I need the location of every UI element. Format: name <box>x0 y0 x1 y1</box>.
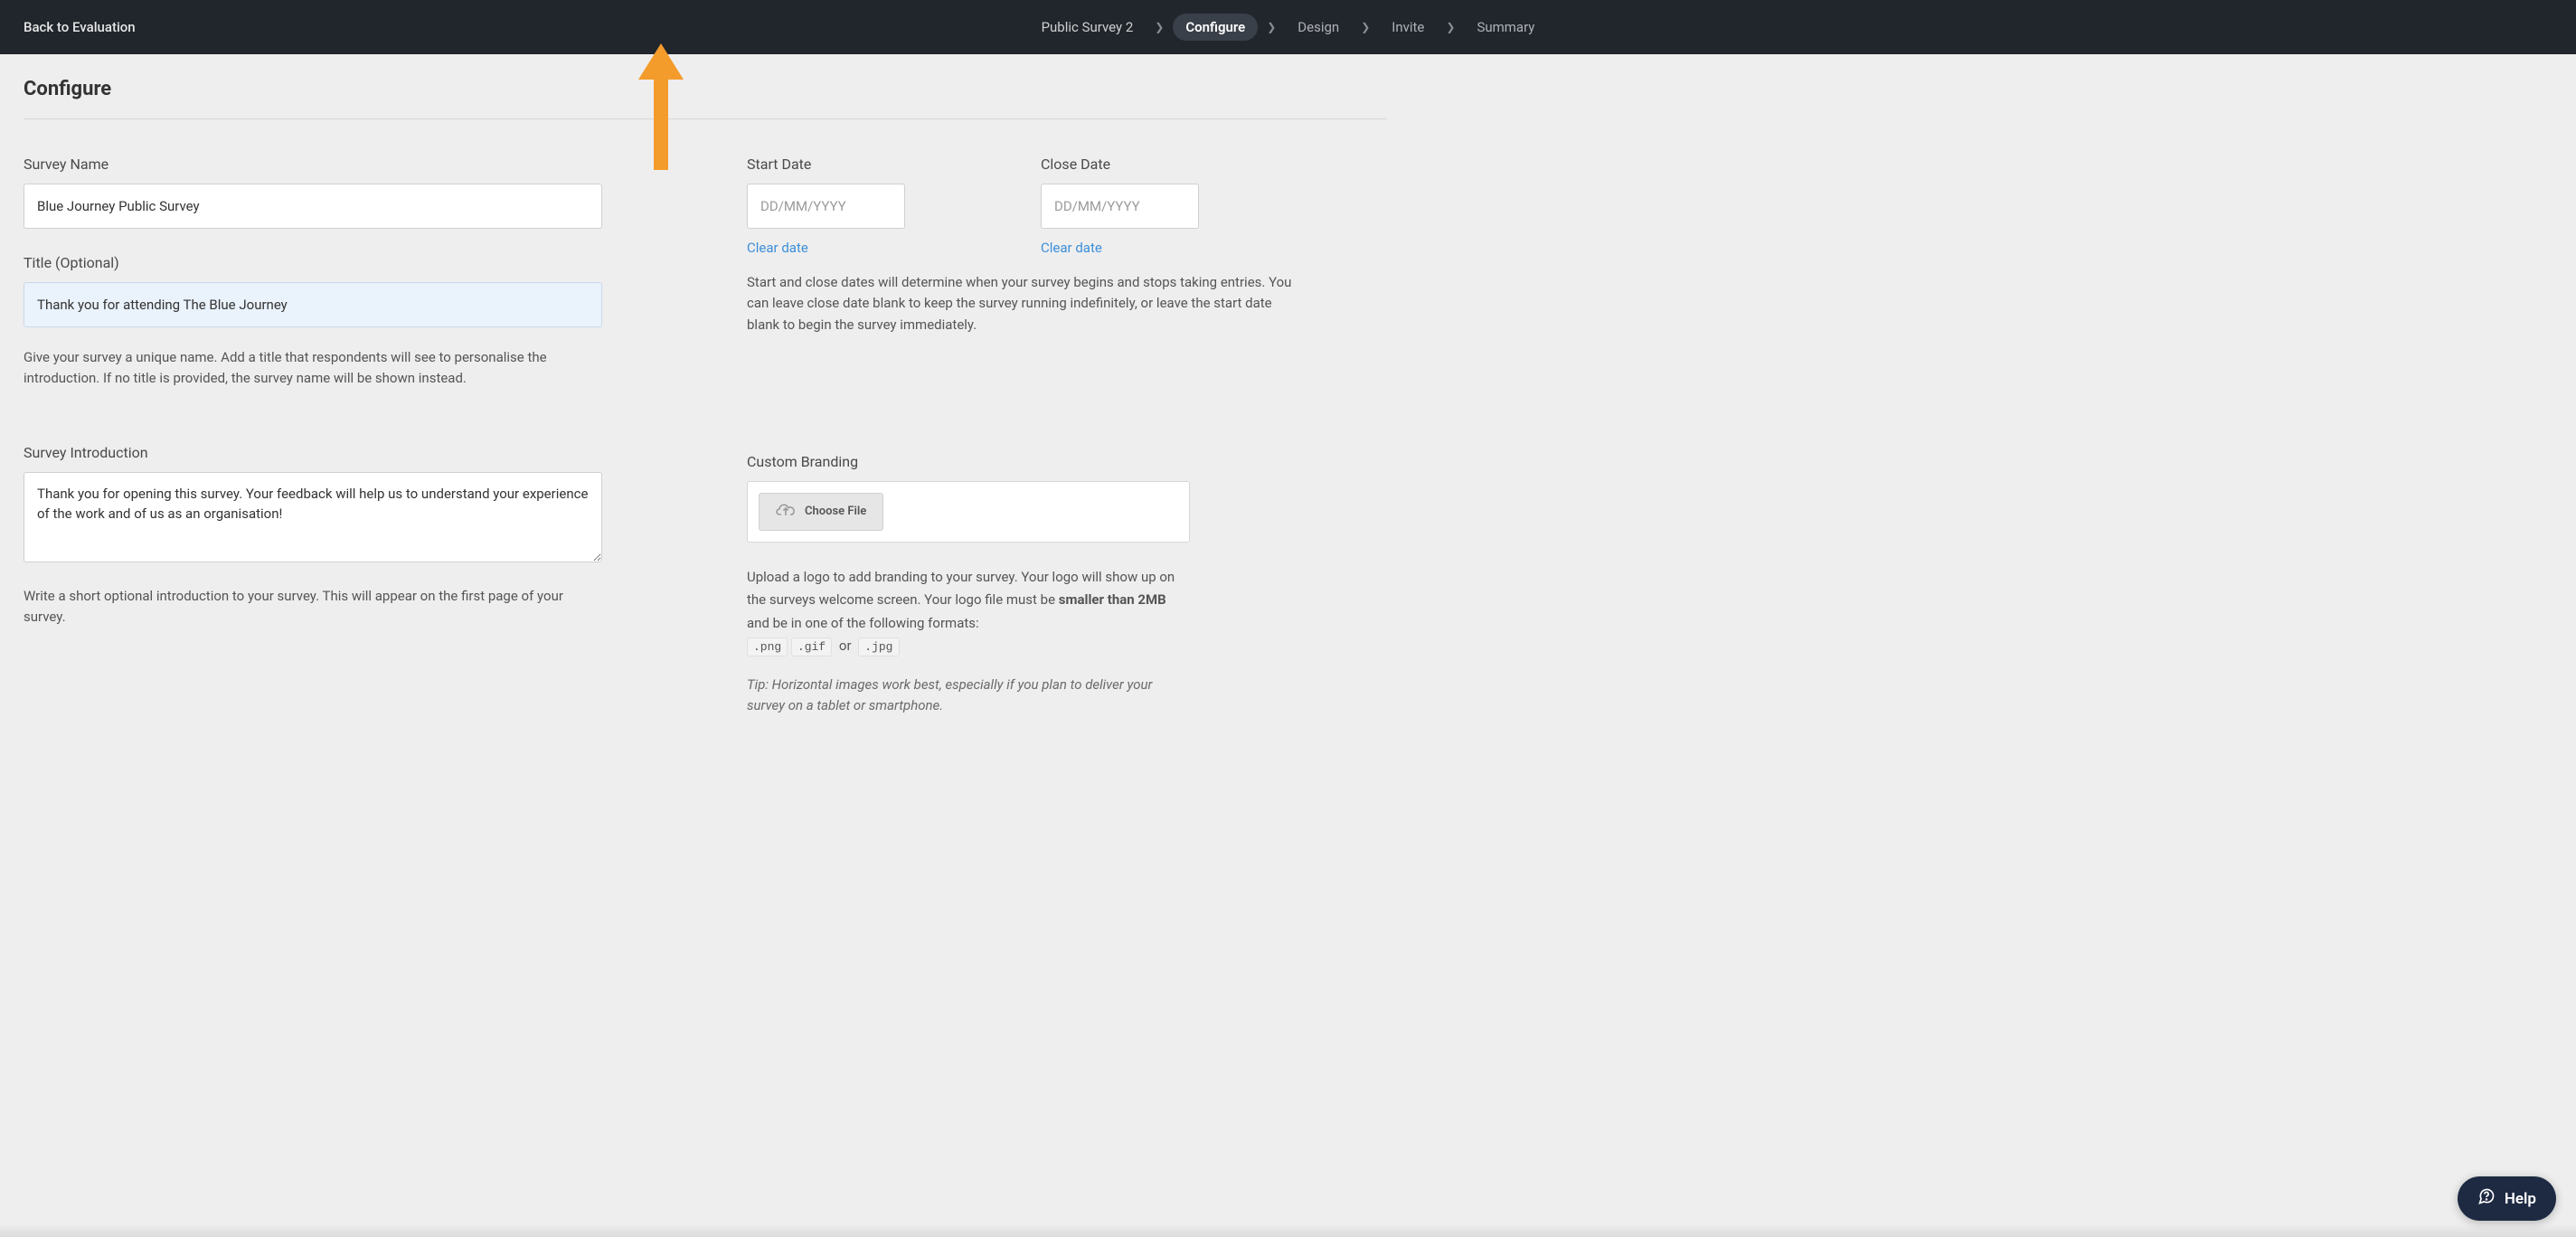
page-title: Configure <box>24 78 1387 100</box>
branding-tip: Tip: Horizontal images work best, especi… <box>747 675 1190 717</box>
introduction-textarea[interactable] <box>24 472 602 562</box>
name-help-text: Give your survey a unique name. Add a ti… <box>24 347 602 390</box>
back-to-evaluation-link[interactable]: Back to Evaluation <box>24 19 136 35</box>
cloud-upload-icon <box>776 503 796 521</box>
title-input[interactable] <box>24 282 602 327</box>
choose-file-button[interactable]: Choose File <box>759 493 883 531</box>
introduction-label: Survey Introduction <box>24 444 602 461</box>
clear-start-date-link[interactable]: Clear date <box>747 240 808 256</box>
breadcrumb: Public Survey 2 ❯ Configure ❯ Design ❯ I… <box>1029 14 1548 41</box>
start-date-label: Start Date <box>747 156 905 173</box>
survey-name-input[interactable] <box>24 184 602 229</box>
help-icon <box>2477 1187 2496 1210</box>
chevron-right-icon: ❯ <box>1361 21 1370 33</box>
upload-box: Choose File <box>747 481 1190 543</box>
breadcrumb-survey-name: Public Survey 2 <box>1029 14 1146 41</box>
breadcrumb-step-invite[interactable]: Invite <box>1379 14 1437 41</box>
dates-help-text: Start and close dates will determine whe… <box>747 272 1307 335</box>
app-header: Back to Evaluation Public Survey 2 ❯ Con… <box>0 0 2576 54</box>
breadcrumb-step-design[interactable]: Design <box>1285 14 1352 41</box>
introduction-help-text: Write a short optional introduction to y… <box>24 586 602 628</box>
breadcrumb-step-summary[interactable]: Summary <box>1464 14 1547 41</box>
format-jpg: .jpg <box>858 637 899 656</box>
chevron-right-icon: ❯ <box>1155 21 1164 33</box>
help-label: Help <box>2505 1190 2536 1208</box>
start-date-input[interactable] <box>747 184 905 229</box>
breadcrumb-step-configure[interactable]: Configure <box>1173 14 1258 41</box>
help-button[interactable]: Help <box>2458 1176 2556 1221</box>
chevron-right-icon: ❯ <box>1446 21 1455 33</box>
format-png: .png <box>747 637 788 656</box>
format-gif: .gif <box>791 637 832 656</box>
close-date-input[interactable] <box>1041 184 1199 229</box>
clear-close-date-link[interactable]: Clear date <box>1041 240 1102 256</box>
survey-name-label: Survey Name <box>24 156 602 173</box>
divider <box>24 118 1387 119</box>
branding-label: Custom Branding <box>747 453 1307 470</box>
choose-file-label: Choose File <box>805 505 866 518</box>
chevron-right-icon: ❯ <box>1267 21 1276 33</box>
title-label: Title (Optional) <box>24 254 602 271</box>
branding-help-text: Upload a logo to add branding to your su… <box>747 566 1190 658</box>
close-date-label: Close Date <box>1041 156 1199 173</box>
